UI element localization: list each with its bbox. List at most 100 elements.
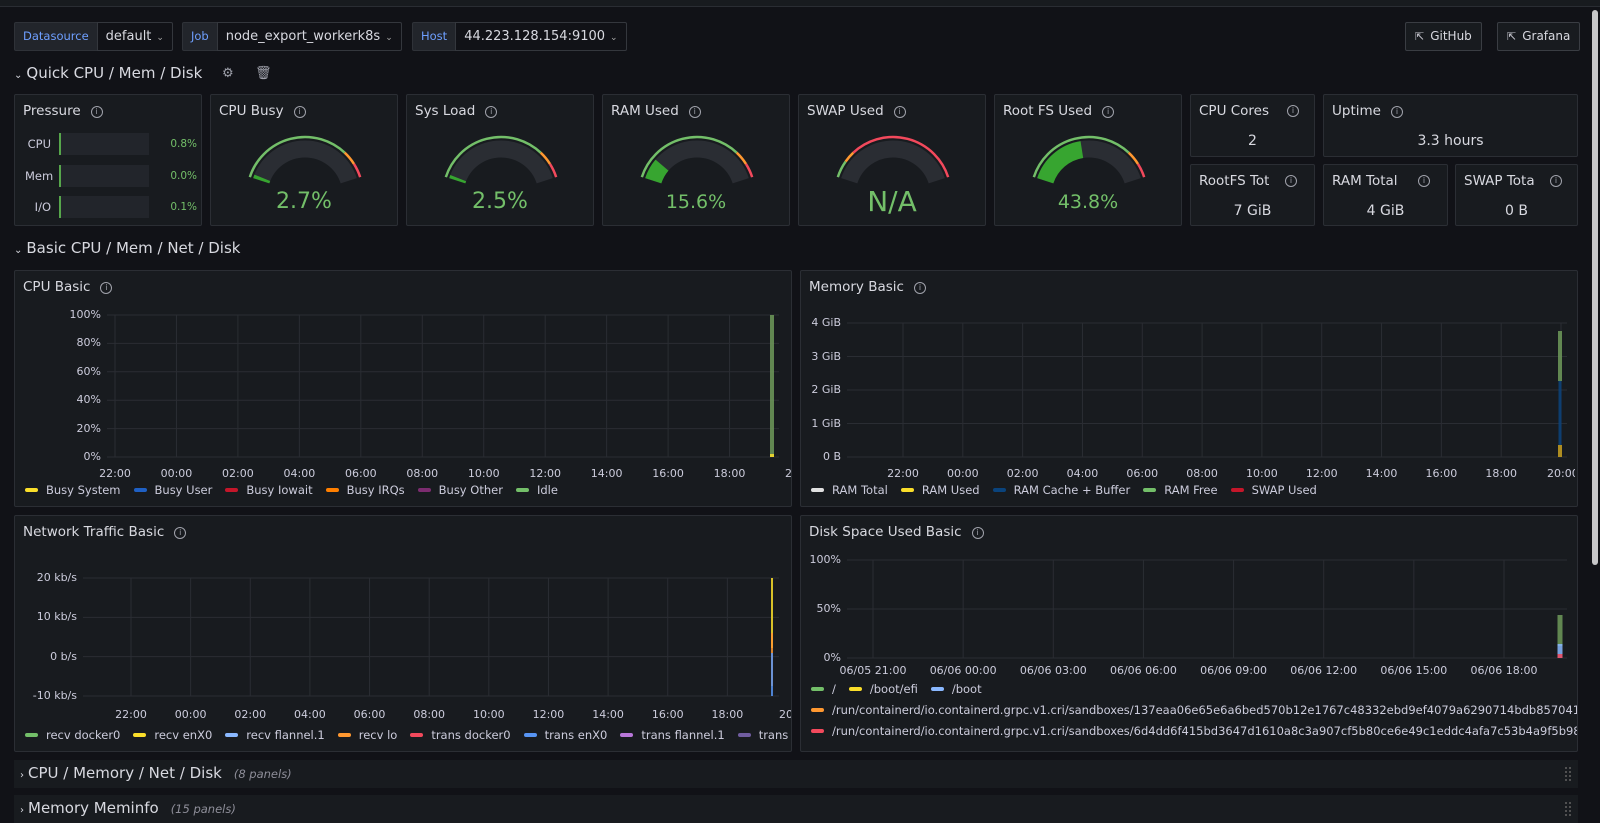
info-icon[interactable]: i <box>1418 175 1430 187</box>
legend-item[interactable]: /run/containerd/io.containerd.grpc.v1.cr… <box>811 724 1577 738</box>
host-select[interactable]: 44.223.128.154:9100 ⌄ <box>455 22 627 51</box>
legend-label: Busy Other <box>438 483 503 497</box>
y-tick-label: 100% <box>69 308 101 321</box>
legend-item[interactable]: trans flannel.1 <box>620 728 725 742</box>
legend-item[interactable]: Busy IRQs <box>325 483 405 497</box>
legend-item[interactable]: trans enX0 <box>523 728 608 742</box>
gauge-value: 43.8% <box>1057 191 1119 213</box>
series-mark <box>1558 445 1562 457</box>
panel-ram-used: RAM Used i 15.6% <box>602 94 790 226</box>
legend-swatch <box>25 733 38 737</box>
info-icon[interactable]: i <box>1550 175 1562 187</box>
legend-item[interactable]: recv enX0 <box>133 728 212 742</box>
panel-title-text: Sys Load <box>415 103 476 119</box>
github-link-button[interactable]: ⇱ GitHub <box>1405 22 1482 51</box>
legend-label: trans enX0 <box>544 728 608 742</box>
legend-item[interactable]: Busy Iowait <box>225 483 313 497</box>
panel-title: RAM Used i <box>611 103 701 119</box>
row-cpu-memory-net-disk[interactable]: › CPU / Memory / Net / Disk (8 panels) <box>14 760 1578 788</box>
x-tick-label: 22:00 <box>99 467 131 480</box>
legend-item[interactable]: SWAP Used <box>1230 483 1317 497</box>
info-icon[interactable]: i <box>293 106 306 118</box>
legend-item[interactable]: RAM Used <box>900 483 980 497</box>
pressure-label: I/O <box>34 200 51 214</box>
select-value: node_export_workerk8s <box>225 29 381 44</box>
legend-item[interactable]: RAM Cache + Buffer <box>992 483 1131 497</box>
legend-swatch <box>410 733 424 737</box>
legend-item[interactable]: recv lo <box>337 728 397 742</box>
info-icon[interactable]: i <box>688 106 701 118</box>
legend-item[interactable]: / <box>811 682 836 696</box>
legend-label: Idle <box>536 483 558 497</box>
stat-value: 7 GiB <box>1233 203 1272 219</box>
legend-swatch <box>1230 488 1244 492</box>
drag-handle-icon[interactable] <box>1564 801 1572 817</box>
y-tick-label: 0 B <box>822 450 841 463</box>
legend-item[interactable]: trans docker0 <box>410 728 511 742</box>
variable-label: Host <box>412 22 456 51</box>
x-tick-label: 00:00 <box>946 467 979 480</box>
legend-item[interactable]: recv docker0 <box>25 728 120 742</box>
x-tick-label: 06/06 12:00 <box>1290 664 1358 677</box>
datasource-select[interactable]: default ⌄ <box>96 22 173 51</box>
legend-item[interactable]: Busy Other <box>417 483 503 497</box>
legend-swatch <box>515 488 529 492</box>
info-icon[interactable]: i <box>1102 106 1115 118</box>
legend-item[interactable]: Busy System <box>25 483 121 497</box>
x-tick-label: 06:00 <box>353 708 386 721</box>
drag-handle-icon[interactable] <box>1564 766 1572 782</box>
legend-label: trans lo <box>758 728 791 742</box>
series-mark <box>1557 654 1563 658</box>
panel-title: Uptime i <box>1332 103 1403 119</box>
pressure-row-mem: Mem 0.0% <box>25 165 197 187</box>
row-basic-cpu-mem-net-disk[interactable]: ⌄ Basic CPU / Mem / Net / Disk <box>14 239 240 257</box>
legend-item[interactable]: RAM Total <box>811 483 888 497</box>
series-mark <box>771 653 773 696</box>
y-tick-label: 40% <box>76 393 101 407</box>
info-icon[interactable]: i <box>90 106 103 118</box>
info-icon[interactable]: i <box>485 106 498 118</box>
stat-value: 0 B <box>1505 203 1528 219</box>
gauge-value-arc <box>645 159 669 184</box>
y-tick-label: 0% <box>823 651 841 664</box>
legend-label: RAM Free <box>1164 483 1218 497</box>
legend: / /boot/efi/boot <box>811 682 995 696</box>
pressure-value: 0.0% <box>170 170 197 182</box>
x-tick-label: 14:00 <box>592 708 624 721</box>
legend-item[interactable]: /run/containerd/io.containerd.grpc.v1.cr… <box>811 703 1577 717</box>
legend-label: RAM Cache + Buffer <box>1013 483 1131 497</box>
panel-title-text: Uptime <box>1332 103 1381 119</box>
pressure-row-io: I/O 0.1% <box>25 196 197 218</box>
job-select[interactable]: node_export_workerk8s ⌄ <box>216 22 402 51</box>
legend-item[interactable]: Busy User <box>133 483 212 497</box>
y-tick-label: 0% <box>83 450 101 463</box>
legend-swatch <box>811 708 824 712</box>
trash-icon[interactable]: 🗑 <box>255 66 272 81</box>
legend-item[interactable]: recv flannel.1 <box>225 728 325 742</box>
legend-item[interactable]: trans lo <box>737 728 791 742</box>
row-memory-meminfo[interactable]: › Memory Meminfo (15 panels) <box>14 795 1578 823</box>
scrollbar-thumb[interactable] <box>1592 10 1598 565</box>
info-icon[interactable]: i <box>893 106 906 118</box>
row-title: Basic CPU / Mem / Net / Disk <box>26 239 241 257</box>
series-mark <box>1557 615 1563 646</box>
row-title: Memory Meminfo <box>28 799 159 817</box>
panel-ram-total: RAM Total i 4 GiB <box>1323 164 1448 226</box>
y-tick-label: 1 GiB <box>811 416 841 430</box>
legend-swatch <box>811 488 824 492</box>
variable-job: Job node_export_workerk8s ⌄ <box>182 22 402 51</box>
legend-item[interactable]: Idle <box>515 483 558 497</box>
grafana-link-button[interactable]: ⇱ Grafana <box>1497 22 1581 51</box>
info-icon[interactable]: i <box>1390 106 1403 118</box>
row-quick-cpu-mem-disk[interactable]: ⌄ Quick CPU / Mem / Disk <box>14 64 202 82</box>
info-icon[interactable]: i <box>1287 105 1299 117</box>
info-icon[interactable]: i <box>1285 175 1297 187</box>
legend-item[interactable]: /boot <box>930 682 982 696</box>
legend-swatch <box>133 488 147 492</box>
x-tick-label: 14:00 <box>590 467 623 480</box>
legend-item[interactable]: RAM Free <box>1143 483 1218 497</box>
gear-icon[interactable]: ⚙ <box>222 66 234 81</box>
x-tick-label: 06:00 <box>344 467 377 480</box>
chevron-down-icon: ⌄ <box>610 33 618 43</box>
legend-item[interactable]: /boot/efi <box>848 682 918 696</box>
